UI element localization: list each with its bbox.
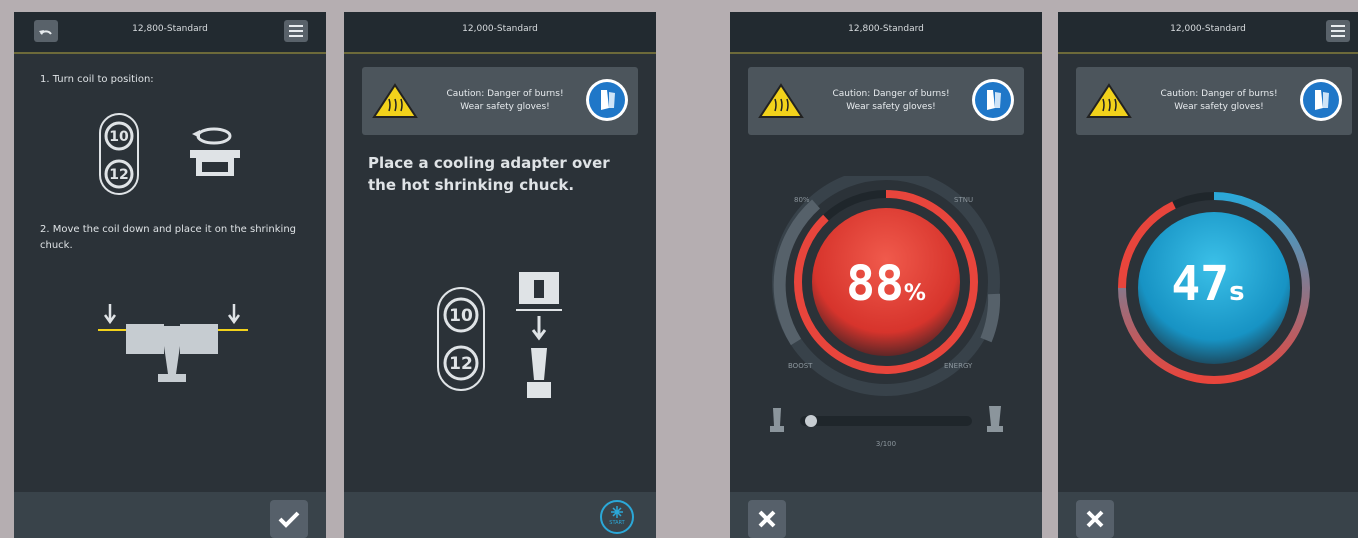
hot-surface-warning-icon <box>372 83 418 118</box>
rotate-coil-icon <box>190 127 240 176</box>
hamburger-icon <box>289 25 303 37</box>
gauge-label-top-right: STNU <box>954 196 974 204</box>
caution-banner: Caution: Danger of burns! Wear safety gl… <box>362 67 638 135</box>
position-slider[interactable] <box>800 415 972 427</box>
hot-surface-warning-icon <box>1086 83 1132 118</box>
slider-caption: 3/100 <box>875 440 897 448</box>
screen-title: 12,000-Standard <box>462 24 538 34</box>
step-2-text: 2. Move the coil down and place it on th… <box>40 224 297 251</box>
coil-size-indicator: 10 12 <box>99 113 139 195</box>
caution-banner: Caution: Danger of burns! Wear safety gl… <box>1076 67 1352 135</box>
gauge-label-bottom-left: BOOST <box>788 362 813 370</box>
close-icon <box>1086 510 1104 528</box>
panel-cooling-timer: 12,000-Standard Caution: Danger of burns… <box>1058 12 1358 538</box>
caution-line-2: Wear safety gloves! <box>460 102 550 112</box>
screen-title: 12,000-Standard <box>1170 24 1246 34</box>
caution-line-2: Wear safety gloves! <box>1174 102 1264 112</box>
timer-value: 47s <box>1171 256 1245 312</box>
top-bar: 12,000-Standard <box>1058 12 1358 54</box>
chuck-placement-diagram <box>98 304 248 382</box>
top-bar: 12,800-Standard <box>730 12 1042 54</box>
panel-cooling-adapter: 12,000-Standard Caution: Danger of burns… <box>344 12 656 538</box>
hot-surface-warning-icon <box>758 83 804 118</box>
caution-text: Caution: Danger of burns! Wear safety gl… <box>1134 88 1304 114</box>
checkmark-icon <box>278 511 300 528</box>
panel-coil-position: 12,800-Standard 1. Turn coil to position… <box>14 12 326 538</box>
menu-button[interactable] <box>1326 20 1350 42</box>
start-cooling-button[interactable]: START <box>600 500 634 534</box>
confirm-button[interactable] <box>270 500 308 538</box>
caution-line-1: Caution: Danger of burns! <box>1160 89 1278 99</box>
bottom-bar <box>730 492 1042 538</box>
coil-size-12: 12 <box>109 167 128 183</box>
caution-line-2: Wear safety gloves! <box>846 102 936 112</box>
caution-banner: Caution: Danger of burns! Wear safety gl… <box>748 67 1024 135</box>
bottom-bar: START <box>344 492 656 538</box>
timer-unit: s <box>1229 277 1245 307</box>
progress-value: 88% <box>846 256 926 312</box>
close-icon <box>758 510 776 528</box>
chuck-large-icon <box>987 406 1003 432</box>
cancel-button[interactable] <box>1076 500 1114 538</box>
start-label: START <box>609 520 625 526</box>
gloves-icon <box>586 79 628 121</box>
cancel-button[interactable] <box>748 500 786 538</box>
caution-line-1: Caution: Danger of burns! <box>832 89 950 99</box>
gloves-icon <box>972 79 1014 121</box>
coil-size-10: 10 <box>449 306 473 326</box>
panel-heating-progress: 12,800-Standard Caution: Danger of burns… <box>730 12 1042 538</box>
progress-unit: % <box>903 281 926 306</box>
caution-line-1: Caution: Danger of burns! <box>446 89 564 99</box>
gloves-icon <box>1300 79 1342 121</box>
gauge-label-top-left: 80% <box>794 196 810 204</box>
snowflake-icon <box>611 506 623 518</box>
caution-text: Caution: Danger of burns! Wear safety gl… <box>806 88 976 114</box>
coil-size-12: 12 <box>449 354 473 374</box>
caution-text: Caution: Danger of burns! Wear safety gl… <box>420 88 590 114</box>
chuck-small-icon <box>770 408 784 432</box>
instruction-text: Place a cooling adapter over the hot shr… <box>368 154 610 194</box>
coil-size-indicator: 10 12 <box>437 287 485 391</box>
screen-title: 12,800-Standard <box>848 24 924 34</box>
bottom-bar <box>14 492 326 538</box>
screen-title: 12,800-Standard <box>132 24 208 34</box>
step-1-text: 1. Turn coil to position: <box>40 74 154 85</box>
coil-size-10: 10 <box>109 129 129 145</box>
top-bar: 12,000-Standard <box>344 12 656 54</box>
slider-knob[interactable] <box>804 415 817 427</box>
bottom-bar <box>1058 492 1358 538</box>
menu-button[interactable] <box>284 20 308 42</box>
cooling-adapter-diagram <box>516 272 562 398</box>
top-bar: 12,800-Standard <box>14 12 326 54</box>
gauge-label-bottom-right: ENERGY <box>944 362 973 370</box>
hamburger-icon <box>1331 25 1345 37</box>
